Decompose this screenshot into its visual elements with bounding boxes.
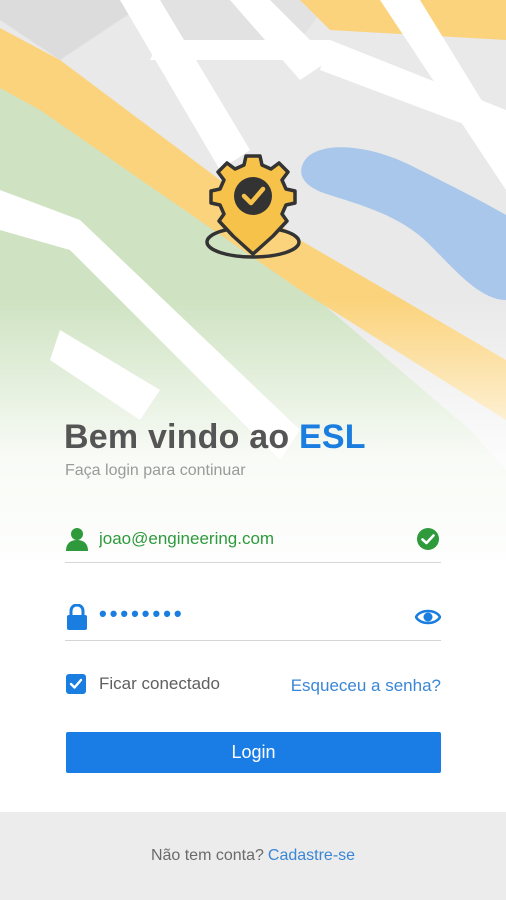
signup-footer: Não tem conta? Cadastre-se <box>0 812 506 900</box>
email-value[interactable]: joao@engineering.com <box>99 529 415 549</box>
esl-logo-icon <box>205 154 301 259</box>
welcome-title: Bem vindo ao ESL <box>64 418 366 457</box>
remember-checkbox[interactable] <box>66 674 86 694</box>
no-account-text: Não tem conta? <box>150 847 264 864</box>
password-field[interactable]: •••••••• <box>65 594 441 641</box>
brand-name: ESL <box>298 418 366 456</box>
email-field[interactable]: joao@engineering.com <box>65 516 441 563</box>
signup-link[interactable]: Cadastre-se <box>268 847 355 865</box>
login-subtitle: Faça login para continuar <box>65 462 246 479</box>
check-circle-icon <box>415 526 441 552</box>
checkmark-icon <box>69 678 83 689</box>
person-icon <box>65 527 89 551</box>
forgot-password-link[interactable]: Esqueceu a senha? <box>291 676 441 696</box>
remember-me[interactable]: Ficar conectado <box>66 674 220 694</box>
login-button[interactable]: Login <box>66 732 441 773</box>
lock-icon <box>65 604 89 630</box>
remember-label: Ficar conectado <box>99 674 220 693</box>
eye-icon[interactable] <box>415 604 441 630</box>
welcome-title-prefix: Bem vindo ao <box>64 418 299 456</box>
password-value[interactable]: •••••••• <box>99 603 415 631</box>
